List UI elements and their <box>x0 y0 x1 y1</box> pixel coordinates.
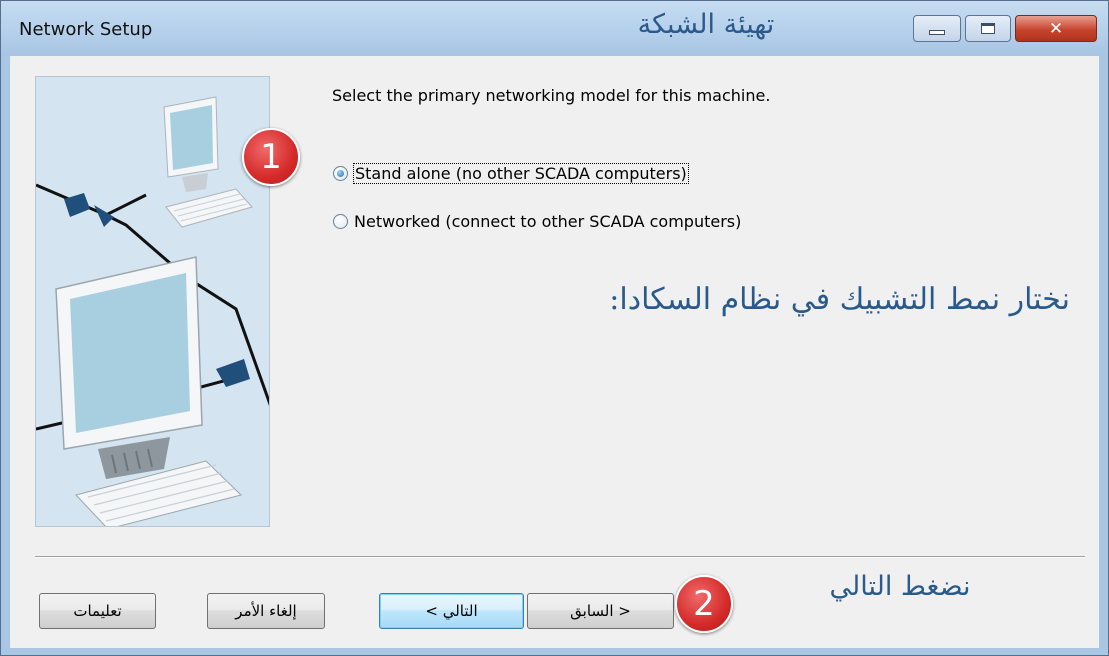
close-icon: ✕ <box>1048 18 1064 39</box>
next-annotation: نضغط التالي <box>829 571 971 602</box>
minimize-icon <box>929 30 945 35</box>
option-networked-label[interactable]: Networked (connect to other SCADA comput… <box>354 212 741 231</box>
step-badge-2: 2 <box>675 575 733 633</box>
step-badge-1: 1 <box>242 128 300 186</box>
maximize-icon <box>981 23 995 34</box>
instruction-annotation: نختار نمط التشبيك في نظام السكادا: <box>609 282 1070 317</box>
network-illustration <box>35 76 270 527</box>
next-button[interactable]: التالي > <box>379 593 524 629</box>
dialog-body: Select the primary networking model for … <box>10 56 1099 648</box>
divider <box>35 556 1085 558</box>
option-stand-alone[interactable]: Stand alone (no other SCADA computers) <box>333 162 689 184</box>
window-title: Network Setup <box>19 19 153 40</box>
minimize-button[interactable] <box>913 15 961 42</box>
prompt-text: Select the primary networking model for … <box>332 86 771 105</box>
back-button[interactable]: < السابق <box>527 593 674 629</box>
help-button[interactable]: تعليمات <box>39 593 156 629</box>
title-bar[interactable]: Network Setup تهيئة الشبكة ✕ <box>1 1 1108 56</box>
network-setup-window: Network Setup تهيئة الشبكة ✕ Select the … <box>0 0 1109 656</box>
close-button[interactable]: ✕ <box>1015 15 1097 42</box>
networked-computers-illustration <box>36 96 269 526</box>
radio-button-stand-alone[interactable] <box>333 165 348 181</box>
option-networked[interactable]: Networked (connect to other SCADA comput… <box>333 210 741 232</box>
title-annotation: تهيئة الشبكة <box>637 9 775 40</box>
option-stand-alone-label[interactable]: Stand alone (no other SCADA computers) <box>353 162 689 184</box>
cancel-button[interactable]: إلغاء الأمر <box>207 593 325 629</box>
radio-button-networked[interactable] <box>333 213 348 229</box>
maximize-button[interactable] <box>965 15 1011 42</box>
